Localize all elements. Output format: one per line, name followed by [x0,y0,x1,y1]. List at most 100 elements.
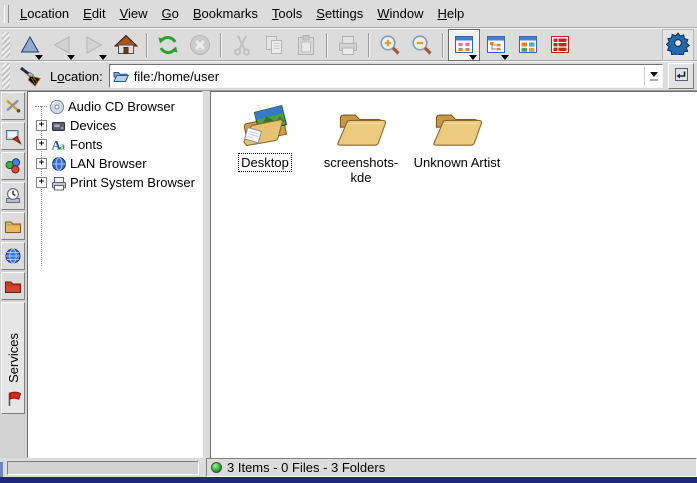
statusbar: 3 Items - 0 Files - 3 Folders [206,458,697,477]
back-button[interactable] [46,29,78,61]
sidebar-tab-configure[interactable] [1,92,25,120]
main-toolbar [0,28,697,61]
tree-item-lan-browser[interactable]: +LAN Browser [28,154,202,173]
tree-connector [35,106,47,107]
device-icon [51,118,67,134]
sidebar-tab-system[interactable] [1,152,25,180]
menu-item-view[interactable]: View [115,1,153,26]
zoom-out-button[interactable] [406,29,438,61]
tree-view-button[interactable] [480,29,512,61]
reload-button[interactable] [152,29,184,61]
forward-arrow-icon [82,33,106,57]
print-icon [336,33,360,57]
tree-item-fonts[interactable]: +AaFonts [28,135,202,154]
multicolumn-view-button[interactable] [512,29,544,61]
globe-icon [51,156,67,172]
fonts-icon: Aa [51,137,67,153]
file-icon-desktop[interactable]: Desktop [217,101,313,171]
copy-icon [262,33,286,57]
paste-icon [294,33,318,57]
zoom-in-button[interactable] [374,29,406,61]
sidebar-tab-root-folder[interactable] [1,272,25,300]
dropdown-arrow-icon[interactable] [67,55,75,60]
printer-icon [51,175,67,191]
menu-item-bookmarks[interactable]: Bookmarks [188,1,263,26]
home-button[interactable] [110,29,142,61]
sidebar-tab-home-folder[interactable] [1,212,25,240]
sidebar-tab-label: Services [6,333,21,383]
red-folder-icon [4,277,22,295]
detailed-list-view-button[interactable] [544,29,576,61]
history-clock-icon [4,187,22,205]
folder-icon [335,101,387,149]
tree-item-audio-cd-browser[interactable]: Audio CD Browser [28,97,202,116]
forward-button[interactable] [78,29,110,61]
dropdown-arrow-icon[interactable] [99,55,107,60]
cut-icon [230,33,254,57]
expander-plus-icon[interactable]: + [36,120,47,131]
dropdown-arrow-icon[interactable] [501,55,509,60]
folder-icon [431,101,483,149]
location-toolbar-grip[interactable] [2,63,10,89]
status-left-section [0,458,206,477]
menu-item-edit[interactable]: Edit [78,1,110,26]
location-dropdown-arrow[interactable] [644,66,662,86]
toolbar-separator [368,33,370,57]
cdrom-icon [49,99,65,115]
menu-item-help[interactable]: Help [433,1,470,26]
sidebar-tab-bookmarks[interactable] [1,122,25,150]
expander-plus-icon[interactable]: + [36,177,47,188]
desktop-folder-icon [239,101,291,149]
home-folder-icon [4,217,22,235]
toolbar-grip[interactable] [2,32,10,58]
multicolumn-view-icon [516,33,540,57]
icon-view-button[interactable] [448,29,480,61]
folder-view[interactable]: Desktopscreenshots-kdeUnknown Artist [210,91,697,458]
tree-item-print-system-browser[interactable]: + Print System Browser [28,173,202,192]
bottom-window-edge [0,477,697,483]
window-corner-sliver [0,462,3,477]
cut-button[interactable] [226,29,258,61]
sidebar-tab-network[interactable] [1,242,25,270]
menu-item-location[interactable]: Location [15,1,74,26]
print-button[interactable] [332,29,364,61]
sidebar-tab-services[interactable]: Services [1,302,25,414]
tree-view-icon [484,33,508,57]
detailed-view-icon [548,33,572,57]
back-arrow-icon [50,33,74,57]
paste-button[interactable] [290,29,322,61]
location-label: Location: [50,69,103,84]
tree-item-devices[interactable]: + Devices [28,116,202,135]
file-icon-unknown-artist[interactable]: Unknown Artist [409,101,505,171]
sidebar-tab-history[interactable] [1,182,25,210]
location-combobox[interactable]: file:/home/user [109,64,663,88]
panel-splitter[interactable] [203,91,210,458]
stop-button[interactable] [184,29,216,61]
menu-item-go[interactable]: Go [157,1,184,26]
file-icon-screenshots-kde[interactable]: screenshots-kde [313,101,409,186]
toolbar-separator [326,33,328,57]
reload-icon [156,33,180,57]
menu-item-window[interactable]: Window [372,1,428,26]
network-globe-icon [4,247,22,265]
kde-throbber-button[interactable] [662,29,694,61]
tree-item-label: Print System Browser [70,175,195,190]
menu-item-settings[interactable]: Settings [311,1,368,26]
copy-button[interactable] [258,29,290,61]
sidebar-tabstrip: Services [0,91,27,458]
expander-plus-icon[interactable]: + [36,139,47,150]
go-button[interactable] [668,63,694,89]
clear-location-button[interactable] [14,60,46,92]
location-input[interactable]: file:/home/user [134,69,644,84]
menubar-grip[interactable] [4,5,9,23]
expander-plus-icon[interactable]: + [36,158,47,169]
status-row: 3 Items - 0 Files - 3 Folders [0,458,697,477]
tree-item-label: Devices [70,118,116,133]
up-arrow-icon [18,33,42,57]
dropdown-arrow-icon[interactable] [35,55,43,60]
dropdown-arrow-icon[interactable] [469,55,477,60]
up-button[interactable] [14,29,46,61]
menu-item-tools[interactable]: Tools [267,1,307,26]
konqueror-window: LocationEditViewGoBookmarksToolsSettings… [0,0,697,483]
toolbar-separator [220,33,222,57]
